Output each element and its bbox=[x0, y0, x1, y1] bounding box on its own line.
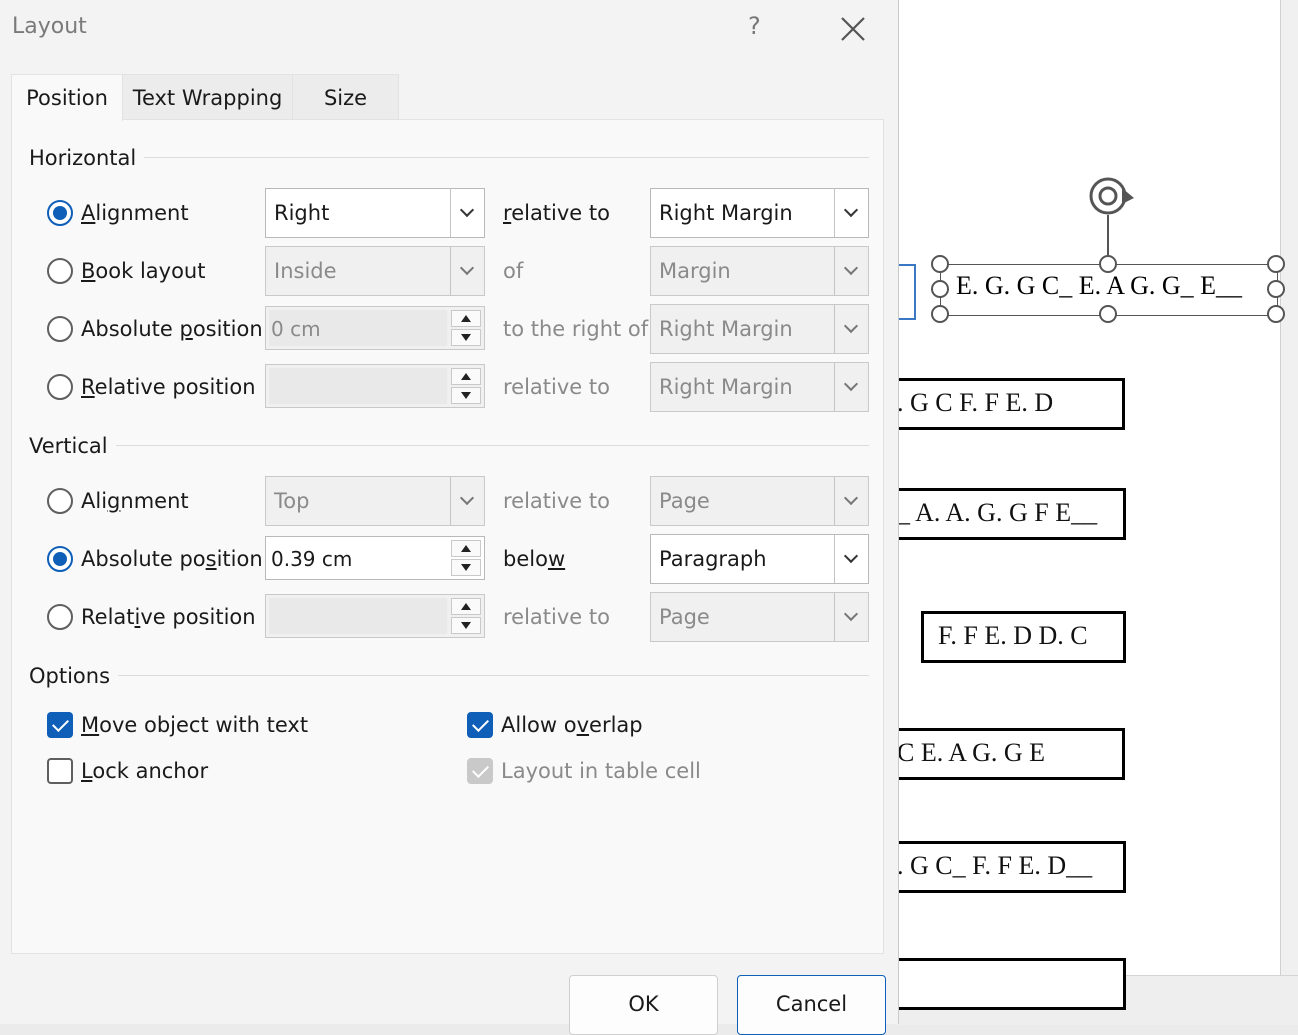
h-alignment-label: Alignment bbox=[81, 201, 189, 225]
document-text-box[interactable]: . G C F. F E. D bbox=[880, 378, 1125, 430]
v-absolute-position-relative-select[interactable]: Paragraph bbox=[650, 534, 869, 584]
document-text-box[interactable]: . G C_ F. F E. D__ bbox=[880, 841, 1126, 893]
chevron-down-icon bbox=[834, 363, 868, 411]
tab-position[interactable]: Position bbox=[11, 74, 123, 121]
h-alignment-relative-select[interactable]: Right Margin bbox=[650, 188, 869, 238]
chevron-down-icon bbox=[834, 535, 868, 583]
h-alignment-radio[interactable] bbox=[47, 200, 73, 226]
spin-down-icon[interactable] bbox=[451, 387, 481, 404]
lock-anchor-checkbox[interactable] bbox=[47, 758, 73, 784]
v-relative-position-spinner[interactable] bbox=[265, 594, 485, 638]
document-scroll-gutter bbox=[1280, 0, 1298, 975]
h-absolute-position-relative-label: to the right of bbox=[503, 317, 649, 341]
ok-button[interactable]: OK bbox=[569, 975, 718, 1035]
resize-handle-top-right[interactable] bbox=[1267, 255, 1285, 273]
move-object-label: Move object with text bbox=[81, 713, 309, 737]
chevron-down-icon bbox=[834, 189, 868, 237]
v-relative-position-label: Relative position bbox=[81, 605, 256, 629]
horizontal-separator bbox=[30, 157, 869, 158]
v-alignment-label: Alignment bbox=[81, 489, 189, 513]
h-relative-position-label: Relative position bbox=[81, 375, 256, 399]
options-separator bbox=[30, 675, 869, 676]
v-alignment-select[interactable]: Top bbox=[265, 476, 485, 526]
anchor-marker bbox=[896, 264, 916, 320]
h-absolute-position-label: Absolute position bbox=[81, 317, 263, 341]
close-icon[interactable] bbox=[836, 12, 870, 46]
book-layout-of-select[interactable]: Margin bbox=[650, 246, 869, 296]
help-button[interactable]: ? bbox=[748, 12, 761, 40]
move-object-checkbox[interactable] bbox=[47, 712, 73, 738]
horizontal-heading: Horizontal bbox=[29, 146, 145, 170]
rotate-handle-icon[interactable] bbox=[1086, 174, 1142, 218]
allow-overlap-checkbox[interactable] bbox=[467, 712, 493, 738]
spinner-field-bg bbox=[269, 368, 447, 404]
cancel-button[interactable]: Cancel bbox=[737, 975, 886, 1035]
tab-text-wrapping[interactable]: Text Wrapping bbox=[122, 74, 293, 120]
resize-handle-bottom-right[interactable] bbox=[1267, 305, 1285, 323]
spin-down-icon[interactable] bbox=[451, 559, 481, 576]
options-heading: Options bbox=[29, 664, 119, 688]
v-absolute-position-relative-label: below bbox=[503, 547, 566, 571]
chevron-down-icon bbox=[834, 477, 868, 525]
h-relative-position-spinner[interactable] bbox=[265, 364, 485, 408]
resize-handle-top-center[interactable] bbox=[1099, 255, 1117, 273]
document-text-box[interactable] bbox=[880, 958, 1126, 1010]
resize-handle-middle-left[interactable] bbox=[931, 280, 949, 298]
v-absolute-position-radio[interactable] bbox=[47, 546, 73, 572]
book-layout-radio[interactable] bbox=[47, 258, 73, 284]
v-absolute-position-spinner[interactable]: 0.39 cm bbox=[265, 536, 485, 580]
resize-handle-middle-right[interactable] bbox=[1267, 280, 1285, 298]
lock-anchor-label: Lock anchor bbox=[81, 759, 209, 783]
vertical-heading: Vertical bbox=[29, 434, 116, 458]
spin-down-icon[interactable] bbox=[451, 617, 481, 634]
h-relative-position-relative-select[interactable]: Right Margin bbox=[650, 362, 869, 412]
tab-size[interactable]: Size bbox=[292, 74, 399, 120]
book-layout-label: Book layout bbox=[81, 259, 206, 283]
allow-overlap-label: Allow overlap bbox=[501, 713, 643, 737]
spin-up-icon[interactable] bbox=[451, 540, 481, 557]
rotation-stem bbox=[1107, 215, 1109, 255]
resize-handle-bottom-left[interactable] bbox=[931, 305, 949, 323]
h-relative-position-relative-label: relative to bbox=[503, 375, 610, 399]
h-alignment-relative-label: relative to bbox=[503, 201, 610, 225]
chevron-down-icon bbox=[450, 247, 484, 295]
spinner-field-bg bbox=[269, 598, 447, 634]
dialog-title: Layout bbox=[12, 14, 87, 39]
v-relative-position-relative-select[interactable]: Page bbox=[650, 592, 869, 642]
v-absolute-position-label: Absolute position bbox=[81, 547, 263, 571]
spin-up-icon[interactable] bbox=[451, 310, 481, 327]
document-text-box[interactable]: F. F E. D D. C bbox=[921, 611, 1126, 663]
spin-up-icon[interactable] bbox=[451, 598, 481, 615]
vertical-separator bbox=[30, 445, 869, 446]
chevron-down-icon bbox=[834, 247, 868, 295]
resize-handle-bottom-center[interactable] bbox=[1099, 305, 1117, 323]
layout-in-cell-label: Layout in table cell bbox=[501, 759, 701, 783]
chevron-down-icon bbox=[834, 305, 868, 353]
chevron-down-icon bbox=[834, 593, 868, 641]
h-absolute-position-relative-select[interactable]: Right Margin bbox=[650, 304, 869, 354]
resize-handle-top-left[interactable] bbox=[931, 255, 949, 273]
h-absolute-position-spinner[interactable]: 0 cm bbox=[265, 306, 485, 350]
h-alignment-select[interactable]: Right bbox=[265, 188, 485, 238]
spin-up-icon[interactable] bbox=[451, 368, 481, 385]
book-layout-of-label: of bbox=[503, 259, 524, 283]
chevron-down-icon bbox=[450, 189, 484, 237]
document-text-box[interactable]: _ A. A. G. G F E__ bbox=[880, 488, 1126, 540]
v-alignment-relative-select[interactable]: Page bbox=[650, 476, 869, 526]
h-relative-position-radio[interactable] bbox=[47, 374, 73, 400]
book-layout-select[interactable]: Inside bbox=[265, 246, 485, 296]
v-alignment-relative-label: relative to bbox=[503, 489, 610, 513]
h-absolute-position-radio[interactable] bbox=[47, 316, 73, 342]
spin-down-icon[interactable] bbox=[451, 329, 481, 346]
v-relative-position-radio[interactable] bbox=[47, 604, 73, 630]
layout-in-cell-checkbox[interactable] bbox=[467, 758, 493, 784]
layout-dialog: Layout ? Position Text Wrapping Size Hor… bbox=[0, 0, 899, 1035]
document-text-box[interactable]: C E. A G. G E bbox=[880, 728, 1125, 780]
v-alignment-radio[interactable] bbox=[47, 488, 73, 514]
selected-text-box-content: E. G. G C_ E. A G. G_ E__ bbox=[956, 271, 1242, 300]
v-relative-position-relative-label: relative to bbox=[503, 605, 610, 629]
chevron-down-icon bbox=[450, 477, 484, 525]
